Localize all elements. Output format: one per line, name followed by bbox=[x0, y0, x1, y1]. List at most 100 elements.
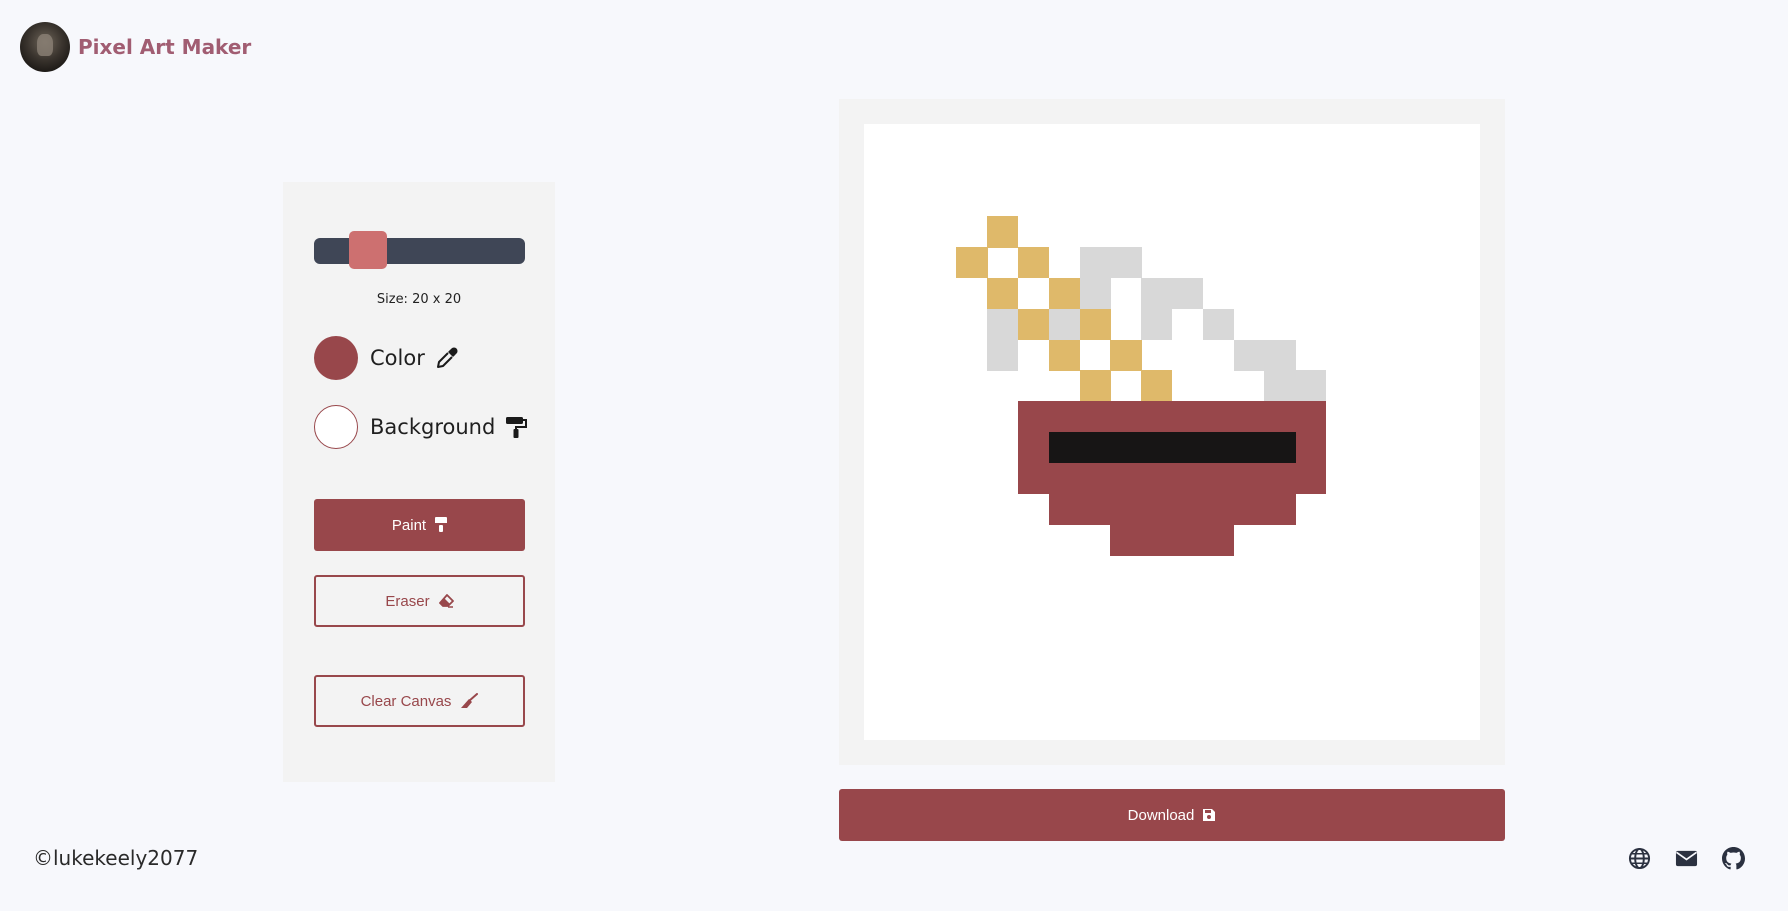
clear-canvas-button-label: Clear Canvas bbox=[360, 692, 452, 710]
footer-links bbox=[1628, 847, 1745, 870]
pixel-cell[interactable] bbox=[1018, 308, 1050, 341]
pixel-cell[interactable] bbox=[1018, 462, 1050, 495]
pixel-cell[interactable] bbox=[1110, 247, 1142, 279]
pixel-cell[interactable] bbox=[1295, 370, 1327, 402]
app-header: Pixel Art Maker bbox=[20, 22, 251, 72]
eraser-button-label: Eraser bbox=[385, 592, 430, 610]
grid-size-slider[interactable] bbox=[314, 231, 525, 269]
pixel-cell[interactable] bbox=[1048, 339, 1081, 371]
app-title[interactable]: Pixel Art Maker bbox=[78, 35, 251, 59]
pixel-cell[interactable] bbox=[1202, 462, 1235, 495]
pixel-cell[interactable] bbox=[1018, 401, 1050, 433]
color-picker-row[interactable]: Color bbox=[314, 336, 459, 380]
pixel-cell[interactable] bbox=[1172, 493, 1204, 525]
pixel-cell[interactable] bbox=[1141, 308, 1173, 341]
paint-button[interactable]: Paint bbox=[314, 499, 525, 551]
save-icon bbox=[1202, 808, 1216, 822]
pixel-cell[interactable] bbox=[1110, 401, 1142, 433]
background-picker-row[interactable]: Background bbox=[314, 405, 528, 449]
globe-icon[interactable] bbox=[1628, 847, 1651, 870]
pixel-cell[interactable] bbox=[1141, 493, 1173, 525]
clear-canvas-button[interactable]: Clear Canvas bbox=[314, 675, 525, 727]
pixel-cell[interactable] bbox=[1079, 247, 1111, 279]
pixel-cell[interactable] bbox=[1079, 308, 1111, 341]
eraser-icon bbox=[438, 594, 454, 608]
pixel-cell[interactable] bbox=[1233, 493, 1265, 525]
pixel-cell[interactable] bbox=[1295, 462, 1327, 495]
eraser-button[interactable]: Eraser bbox=[314, 575, 525, 627]
control-panel: Size: 20 x 20 Color Background Paint Era… bbox=[283, 182, 555, 782]
paint-button-label: Paint bbox=[391, 516, 427, 534]
pixel-cell[interactable] bbox=[1141, 524, 1173, 556]
pixel-cell[interactable] bbox=[1141, 370, 1173, 402]
pixel-cell[interactable] bbox=[1172, 278, 1204, 310]
paint-roller-icon[interactable] bbox=[505, 415, 528, 439]
footer-credit: ©lukekeely2077 bbox=[33, 846, 199, 870]
pixel-cell[interactable] bbox=[1048, 432, 1081, 464]
pixel-cell[interactable] bbox=[1141, 432, 1173, 464]
grid-size-slider-thumb[interactable] bbox=[349, 231, 388, 269]
pixel-cell[interactable] bbox=[1110, 462, 1142, 495]
pixel-cell[interactable] bbox=[1264, 401, 1296, 433]
pixel-cell[interactable] bbox=[1048, 278, 1081, 310]
pixel-cell[interactable] bbox=[1141, 278, 1173, 310]
pixel-cell[interactable] bbox=[1048, 308, 1081, 341]
pixel-cell[interactable] bbox=[1233, 401, 1265, 433]
pixel-cell[interactable] bbox=[1233, 432, 1265, 464]
pixel-cell[interactable] bbox=[987, 308, 1019, 341]
pixel-cell[interactable] bbox=[1110, 432, 1142, 464]
pixel-cell[interactable] bbox=[1264, 432, 1296, 464]
pixel-cell[interactable] bbox=[1079, 401, 1111, 433]
github-icon[interactable] bbox=[1722, 847, 1745, 870]
pixel-cell[interactable] bbox=[1233, 462, 1265, 495]
pixel-cell[interactable] bbox=[1079, 493, 1111, 525]
pixel-cell[interactable] bbox=[1202, 493, 1235, 525]
pixel-cell[interactable] bbox=[1110, 339, 1142, 371]
pixel-cell[interactable] bbox=[1202, 432, 1235, 464]
pixel-cell[interactable] bbox=[1172, 462, 1204, 495]
pixel-cell[interactable] bbox=[1202, 308, 1235, 341]
pixel-cell[interactable] bbox=[1264, 462, 1296, 495]
background-swatch[interactable] bbox=[314, 405, 358, 449]
background-label: Background bbox=[370, 415, 496, 439]
pixel-cell[interactable] bbox=[1172, 524, 1204, 556]
pixel-cell[interactable] bbox=[1264, 370, 1296, 402]
pixel-cell[interactable] bbox=[987, 278, 1019, 310]
pixel-cell[interactable] bbox=[1018, 247, 1050, 279]
pixel-cell[interactable] bbox=[1202, 401, 1235, 433]
pixel-cell[interactable] bbox=[1018, 432, 1050, 464]
pixel-cell[interactable] bbox=[1079, 278, 1111, 310]
pixel-cell[interactable] bbox=[1141, 401, 1173, 433]
pixel-cell[interactable] bbox=[1295, 432, 1327, 464]
broom-icon bbox=[460, 693, 479, 709]
canvas-frame bbox=[839, 99, 1505, 765]
pixel-cell[interactable] bbox=[1079, 432, 1111, 464]
pixel-cell[interactable] bbox=[956, 247, 988, 279]
pixel-cell[interactable] bbox=[1295, 401, 1327, 433]
pixel-cell[interactable] bbox=[1233, 339, 1265, 371]
grid-size-label: Size: 20 x 20 bbox=[376, 292, 462, 307]
pixel-cell[interactable] bbox=[987, 216, 1019, 248]
pixel-cell[interactable] bbox=[1264, 339, 1296, 371]
pixel-cell[interactable] bbox=[1110, 524, 1142, 556]
color-swatch[interactable] bbox=[314, 336, 358, 380]
pixel-cell[interactable] bbox=[1110, 493, 1142, 525]
download-button[interactable]: Download bbox=[839, 789, 1505, 841]
pixel-cell[interactable] bbox=[1202, 524, 1235, 556]
avatar-logo[interactable] bbox=[20, 22, 70, 72]
pixel-cell[interactable] bbox=[1048, 462, 1081, 495]
pixel-cell[interactable] bbox=[1264, 493, 1296, 525]
pixel-cell[interactable] bbox=[1079, 462, 1111, 495]
pixel-cell[interactable] bbox=[1048, 401, 1081, 433]
pixel-canvas[interactable] bbox=[864, 124, 1480, 740]
pixel-cell[interactable] bbox=[1141, 462, 1173, 495]
eyedropper-icon[interactable] bbox=[435, 346, 459, 370]
pixel-cell[interactable] bbox=[1079, 370, 1111, 402]
download-button-label: Download bbox=[1127, 806, 1195, 824]
pixel-cell[interactable] bbox=[1172, 401, 1204, 433]
envelope-icon[interactable] bbox=[1675, 847, 1698, 870]
paintbrush-icon bbox=[435, 517, 448, 533]
pixel-cell[interactable] bbox=[987, 339, 1019, 371]
pixel-cell[interactable] bbox=[1172, 432, 1204, 464]
pixel-cell[interactable] bbox=[1048, 493, 1081, 525]
